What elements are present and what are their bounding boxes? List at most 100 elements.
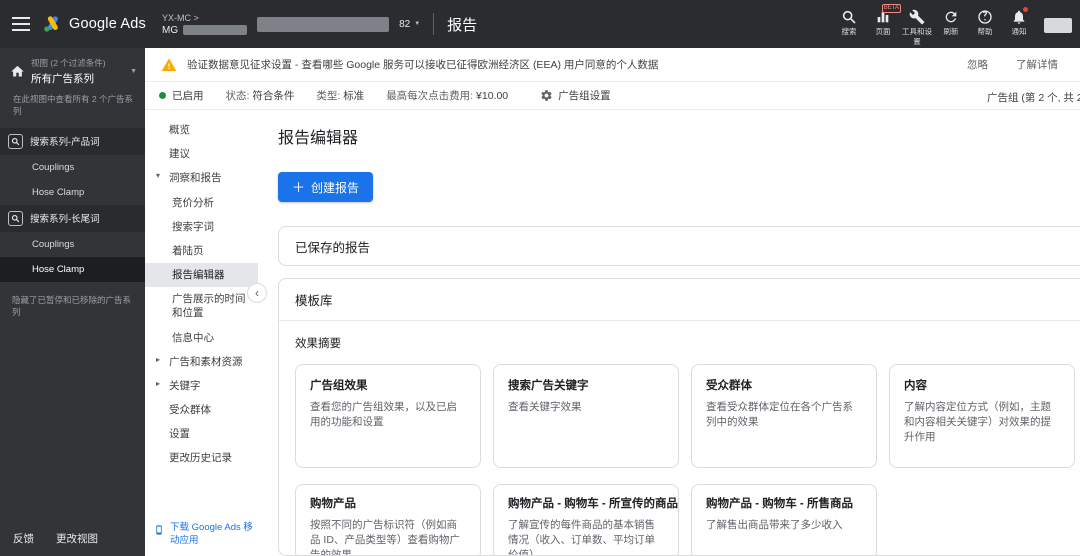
template-card-shopping-cart-sold[interactable]: 购物产品 - 购物车 - 所售商品 了解售出商品带来了多少收入 [691,484,877,555]
search-campaign-icon [8,133,23,149]
help-button[interactable]: 帮助 [968,2,1002,36]
saved-reports-section: 已保存的报告 [278,226,1080,266]
template-library-title: 模板库 [279,279,1080,321]
nav-item-report-editor[interactable]: 报告编辑器 [145,263,258,288]
dismiss-button[interactable]: 忽略 [967,57,988,72]
main-menu-button[interactable] [0,0,42,48]
account-name: YX-MC [161,12,191,23]
adgroup-pager[interactable]: 广告组 (第 2 个, 共 2 个) [987,90,1080,105]
google-ads-app: Google Ads YX-MC > MG 82▼ 报告 搜索 BETA 页面 [0,0,1080,556]
template-description: 查看关键字效果 [508,401,582,413]
redacted-account-name [183,25,248,35]
nav-item-keywords[interactable]: ▸ 关键字 [145,374,258,398]
feedback-button[interactable]: 反馈 [13,531,34,546]
home-icon [11,65,24,77]
ad-group-item-selected[interactable]: Hose Clamp [0,256,145,282]
template-title: 购物产品 - 购物车 - 所售商品 [706,498,853,510]
campaign-item-product-words[interactable]: 搜索系列-产品词 [0,127,145,155]
nav-item-change-history[interactable]: 更改历史记录 [145,446,258,470]
template-card-audiences[interactable]: 受众群体 查看受众群体定位在各个广告系列中的效果 [691,364,877,468]
nav-item-recommendations[interactable]: 建议 [145,142,258,166]
campaign-name: 搜索系列-产品词 [30,137,100,149]
download-app-link[interactable]: 下载 Google Ads 移动应用 [154,522,256,548]
adgroup-settings-button[interactable]: 广告组设置 [540,88,611,103]
change-view-button[interactable]: 更改视图 [56,531,98,546]
template-card-shopping-products[interactable]: 购物产品 按照不同的广告标识符（例如商品 ID、产品类型等）查看购物广告的效果 [295,484,481,556]
template-description: 查看受众群体定位在各个广告系列中的效果 [706,401,853,429]
nav-item-dashboards[interactable]: 信息中心 [145,326,258,350]
caret-down-icon: ▾ [156,171,161,181]
warning-icon [161,57,177,71]
nav-item-search-terms[interactable]: 搜索字词 [145,215,258,239]
view-note: 在此视图中查看所有 2 个广告系列 [13,94,133,116]
wrench-icon [909,9,925,25]
app-name: Google Ads [69,16,146,32]
nav-item-insights-reports[interactable]: ▾ 洞察和报告 [145,166,258,190]
gear-icon [541,90,552,101]
account-dropdown-icon: ▼ [414,21,421,27]
hamburger-icon [12,17,30,31]
template-card-adgroup-performance[interactable]: 广告组效果 查看您的广告组效果，以及已启用的功能和设置 [295,364,481,468]
template-description: 查看您的广告组效果，以及已启用的功能和设置 [310,401,457,429]
notification-badge [1022,6,1029,14]
campaign-name: 搜索系列-长尾词 [30,214,100,226]
search-button[interactable]: 搜索 [832,2,866,36]
plus-icon: ＋ [292,179,306,195]
collapse-nav-button[interactable]: ‹ [247,283,267,303]
tools-settings-button[interactable]: 工具和设置 [900,2,934,46]
template-card-content[interactable]: 内容 了解内容定位方式（例如，主题和内容相关关键字）对效果的提升作用 [889,364,1075,468]
view-name-label: 所有广告系列 [31,73,94,85]
create-report-button[interactable]: ＋ 创建报告 [278,172,374,202]
template-card-shopping-cart-advertised[interactable]: 购物产品 - 购物车 - 所宣传的商品 了解宣传的每件商品的基本销售情况（收入、… [493,484,679,556]
ad-group-item[interactable]: Couplings [0,155,145,180]
pages-button[interactable]: BETA 页面 [866,2,901,37]
left-nav: 概览 建议 ▾ 洞察和报告 竞价分析 搜索字词 着陆页 报告编辑器 广告展示的时间… [145,110,258,556]
template-title: 内容 [904,380,927,392]
nav-item-settings[interactable]: 设置 [145,422,258,446]
learn-more-button[interactable]: 了解详情 [1016,57,1058,72]
download-app-label: 下载 Google Ads 移动应用 [170,522,253,547]
topbar: Google Ads YX-MC > MG 82▼ 报告 搜索 BETA 页面 [0,0,1080,48]
view-selector[interactable]: 视图 (2 个过滤条件) 所有广告系列 ▼ [0,48,145,92]
template-title: 购物产品 - 购物车 - 所宣传的商品 [508,498,678,510]
google-ads-logo[interactable]: Google Ads [42,14,146,34]
page-heading: 报告编辑器 [278,130,359,147]
campaign-item-longtail-words[interactable]: 搜索系列-长尾词 [0,204,145,232]
consent-banner: 验证数据意见征求设置 - 查看哪些 Google 服务可以接收已征得欧洲经济区 … [145,48,1080,82]
template-title: 购物产品 [310,498,356,510]
template-library-section: 模板库 效果摘要 广告组效果 查看您的广告组效果，以及已启用的功能和设置 搜索广… [278,278,1080,556]
template-title: 广告组效果 [310,380,368,392]
nav-item-audiences[interactable]: 受众群体 [145,398,258,422]
view-filter-label: 视图 (2 个过滤条件) [31,58,106,68]
template-description: 按照不同的广告标识符（例如商品 ID、产品类型等）查看购物广告的效果 [310,519,460,556]
template-title: 搜索广告关键字 [508,380,589,392]
status-label: 状态: [225,90,250,102]
nav-item-overview[interactable]: 概览 [145,118,258,142]
account-switcher[interactable]: YX-MC > MG 82 ▼ [162,13,420,36]
nav-item-landing-pages[interactable]: 着陆页 [145,239,258,263]
pages-label: 页面 [875,27,891,37]
banner-message: 验证数据意见征求设置 - 查看哪些 Google 服务可以接收已征得欧洲经济区 … [187,59,659,71]
template-card-search-keywords[interactable]: 搜索广告关键字 查看关键字效果 [493,364,679,468]
refresh-button[interactable]: 刷新 [934,2,968,36]
tools-settings-label: 工具和设置 [902,27,932,46]
chevron-left-icon: ‹ [255,286,259,300]
template-description: 了解宣传的每件商品的基本销售情况（收入、订单数、平均订单价值） [508,519,655,556]
notifications-button[interactable]: 通知 [1002,2,1036,36]
template-row: 广告组效果 查看您的广告组效果，以及已启用的功能和设置 搜索广告关键字 查看关键… [295,364,1075,468]
nav-item-label: 关键字 [169,379,201,392]
template-description: 了解内容定位方式（例如，主题和内容相关关键字）对效果的提升作用 [904,401,1051,444]
nav-item-label: 洞察和报告 [169,172,222,185]
topbar-divider [433,13,435,35]
help-label: 帮助 [977,27,993,37]
adgroup-status-bar: 已启用 状态: 符合条件 类型: 标准 最高每次点击费用: ¥10.00 广告组… [145,82,1080,110]
refresh-label: 刷新 [943,27,959,37]
ad-group-item[interactable]: Hose Clamp [0,180,145,205]
nav-item-auction-insights[interactable]: 竞价分析 [145,191,258,215]
caret-right-icon: ▸ [156,354,161,364]
ad-group-item[interactable]: Couplings [0,232,145,257]
create-report-label: 创建报告 [311,180,360,195]
nav-item-ads-assets[interactable]: ▸ 广告和素材资源 [145,350,258,374]
template-title: 受众群体 [706,380,752,392]
nav-item-when-where-ads-showed[interactable]: 广告展示的时间和位置 [145,287,258,325]
